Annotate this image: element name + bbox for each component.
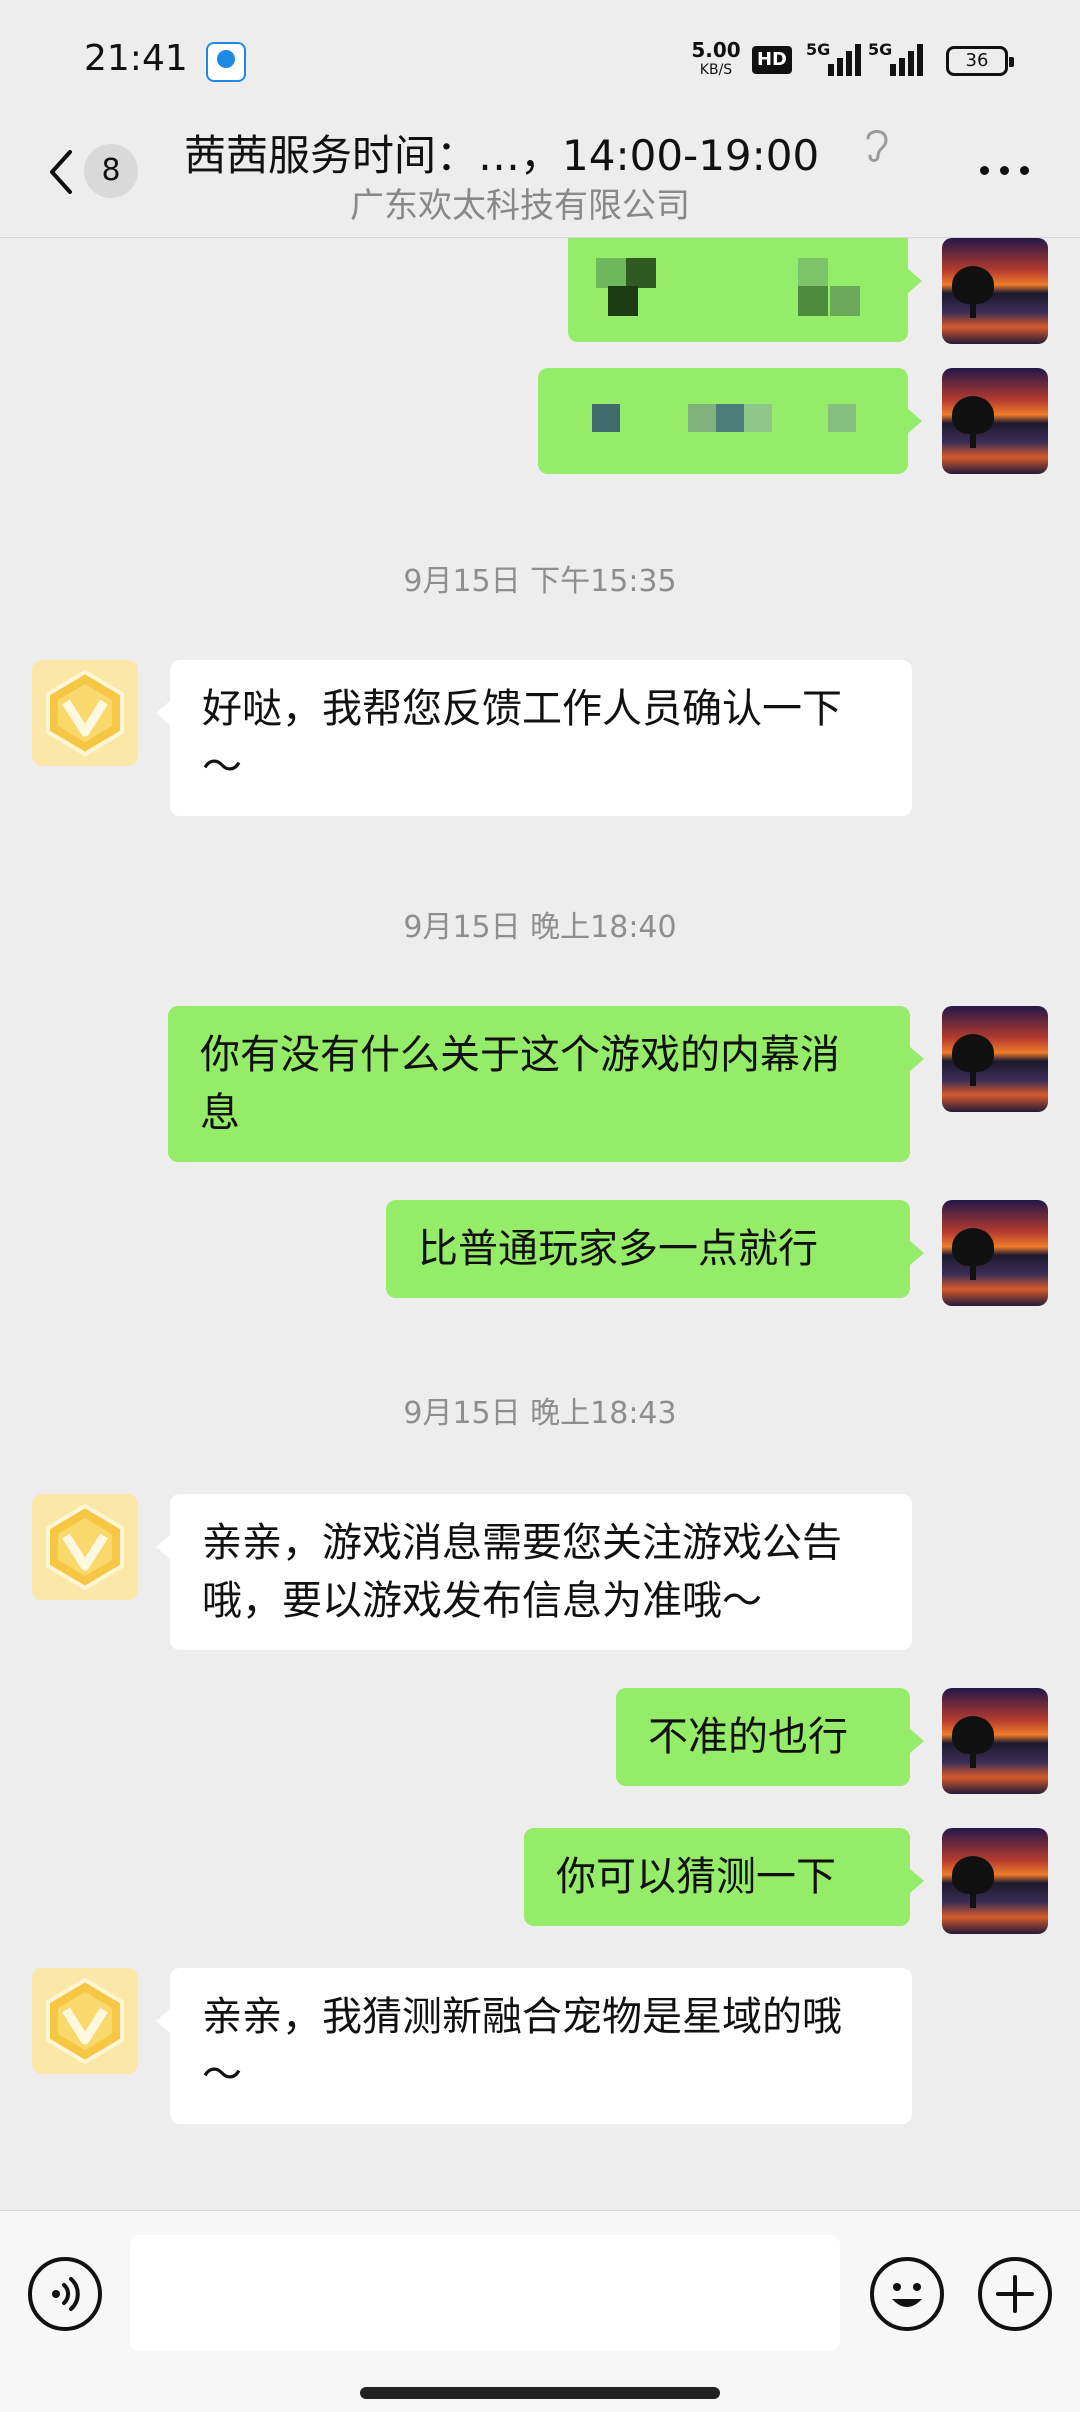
message-input[interactable] — [130, 2235, 840, 2351]
outgoing-message[interactable]: 你有没有什么关于这个游戏的内幕消息 — [168, 1006, 924, 1162]
network-speed-unit: KB/S — [699, 62, 733, 78]
message-list[interactable]: 9月15日 下午15:35 好哒，我帮您反馈工作人员确认一下～ 9月15日 晚上… — [0, 238, 1080, 2210]
unread-count-badge[interactable]: 8 — [84, 144, 138, 198]
hd-voice-icon: HD — [752, 46, 792, 74]
voice-icon — [52, 2277, 80, 2311]
outgoing-message[interactable]: 比普通玩家多一点就行 — [386, 1200, 924, 1298]
chat-title: 茜茜服务时间：…，14:00-19:00 — [184, 131, 820, 180]
signal-label: 5G — [806, 40, 831, 59]
incoming-message[interactable]: 亲亲，游戏消息需要您关注游戏公告哦，要以游戏发布信息为准哦～ — [156, 1494, 912, 1650]
status-time: 21:41 — [84, 38, 188, 79]
my-avatar[interactable] — [942, 1828, 1048, 1934]
voice-button[interactable] — [28, 2257, 102, 2331]
status-bar: 21:41 5.00 KB/S HD 5G 5G 36 — [0, 0, 1080, 120]
vip-shield-icon — [46, 1977, 124, 2065]
chevron-left-icon — [50, 150, 72, 194]
plus-icon — [996, 2275, 1034, 2313]
home-indicator[interactable] — [360, 2387, 720, 2399]
input-bar — [0, 2210, 1080, 2412]
notification-app-icon — [206, 42, 246, 82]
more-options-button[interactable] — [974, 160, 1034, 180]
battery-icon: 36 — [946, 46, 1014, 76]
network-speed: 5.00 KB/S — [688, 40, 744, 80]
my-avatar[interactable] — [942, 368, 1048, 474]
chat-subtitle: 广东欢太科技有限公司 — [350, 186, 690, 226]
emoji-icon — [892, 2283, 922, 2307]
my-avatar[interactable] — [942, 1006, 1048, 1112]
signal-5g-icon: 5G — [806, 40, 862, 76]
more-actions-button[interactable] — [978, 2257, 1052, 2331]
outgoing-message[interactable]: 不准的也行 — [616, 1688, 924, 1786]
blurred-message[interactable] — [538, 368, 922, 474]
incoming-message[interactable]: 好哒，我帮您反馈工作人员确认一下～ — [156, 660, 912, 816]
more-icon — [980, 166, 989, 175]
signal-5g-icon-2: 5G — [868, 40, 924, 76]
signal-label-2: 5G — [868, 40, 893, 59]
message-timestamp: 9月15日 晚上18:40 — [403, 910, 677, 945]
my-avatar[interactable] — [942, 238, 1048, 344]
vip-shield-icon — [46, 669, 124, 757]
service-avatar[interactable] — [32, 1968, 138, 2074]
service-avatar[interactable] — [32, 660, 138, 766]
chat-header: 8 茜茜服务时间：…，14:00-19:00 广东欢太科技有限公司 — [0, 120, 1080, 238]
my-avatar[interactable] — [942, 1688, 1048, 1794]
vip-shield-icon — [46, 1503, 124, 1591]
network-speed-value: 5.00 — [691, 38, 741, 62]
emoji-button[interactable] — [870, 2257, 944, 2331]
incoming-message[interactable]: 亲亲，我猜测新融合宠物是星域的哦～ — [156, 1968, 912, 2124]
outgoing-message[interactable]: 你可以猜测一下 — [524, 1828, 924, 1926]
back-button[interactable] — [42, 146, 82, 198]
message-timestamp: 9月15日 下午15:35 — [403, 564, 677, 599]
blurred-message[interactable] — [568, 238, 922, 342]
message-timestamp: 9月15日 晚上18:43 — [403, 1396, 677, 1431]
service-avatar[interactable] — [32, 1494, 138, 1600]
my-avatar[interactable] — [942, 1200, 1048, 1306]
ear-mode-icon — [866, 130, 888, 162]
